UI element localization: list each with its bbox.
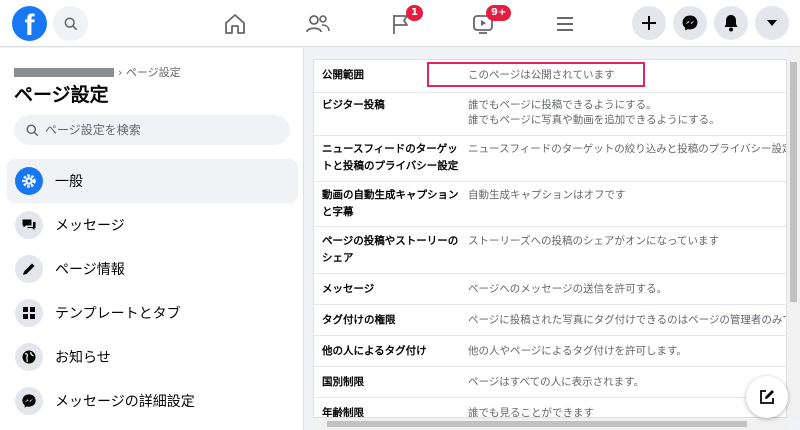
- sidebar-item-label: メッセージの詳細設定: [55, 394, 195, 410]
- row-label: ページの投稿やストーリーのシェア: [322, 235, 459, 264]
- pencil-icon: [15, 255, 43, 283]
- vertical-scroll-thumb[interactable]: [790, 62, 797, 302]
- settings-row-visibility[interactable]: 公開範囲 このページは公開されています: [314, 60, 786, 93]
- settings-row-visitor-posts[interactable]: ビジター投稿 誰でもページに投稿できるようにする。 誰でもページに写真や動画を追…: [314, 93, 786, 136]
- sidebar-item-notifications[interactable]: お知らせ: [7, 335, 298, 379]
- account-menu-button[interactable]: [755, 6, 789, 40]
- row-value: このページは公開されています: [468, 69, 615, 81]
- sidebar-item-label: テンプレートとタブ: [55, 306, 181, 322]
- settings-content: 公開範囲 このページは公開されています ビジター投稿 誰でもページに投稿できるよ…: [305, 48, 800, 430]
- settings-row-tagging-ability[interactable]: タグ付けの権限 ページに投稿された写真にタグ付けできるのはページの管理者のみで: [314, 305, 787, 336]
- settings-search[interactable]: [14, 115, 290, 145]
- logo-letter: f: [24, 9, 35, 41]
- row-value: ページはすべての人に表示されます。: [468, 376, 645, 388]
- messenger-button[interactable]: [673, 6, 707, 40]
- row-label: ニュースフィードのターゲットと投稿のプライバシー設定: [322, 143, 459, 172]
- create-button[interactable]: [632, 6, 666, 40]
- settings-row-story-sharing[interactable]: ページの投稿やストーリーのシェア ストーリーズへの投稿のシェアがオンになっていま…: [314, 227, 786, 274]
- sidebar-item-label: ページ情報: [55, 262, 125, 278]
- globe-icon: [15, 343, 43, 371]
- horizontal-scrollbar[interactable]: [313, 418, 787, 430]
- settings-row-news-feed-audience[interactable]: ニュースフィードのターゲットと投稿のプライバシー設定 ニュースフィードのターゲッ…: [314, 136, 787, 182]
- nav-menu-button[interactable]: [530, 0, 600, 47]
- search-icon: [64, 17, 77, 30]
- row-value-secondary: 誰でもページに写真や動画を追加できるようにする。: [468, 114, 720, 126]
- bell-icon: [724, 15, 738, 32]
- messenger-icon: [682, 15, 698, 31]
- settings-row-auto-captions[interactable]: 動画の自動生成キャプションと字幕 自動生成キャプションはオフです: [314, 182, 786, 227]
- sidebar-item-general[interactable]: 一般: [7, 159, 298, 203]
- settings-row-messages[interactable]: メッセージ ページへのメッセージの送信を許可する。: [314, 274, 786, 305]
- search-icon: [26, 123, 39, 136]
- horizontal-scroll-thumb[interactable]: [327, 421, 747, 427]
- friends-icon: [306, 14, 330, 32]
- sidebar-item-templates-tabs[interactable]: テンプレートとタブ: [7, 291, 298, 335]
- settings-row-others-tagging[interactable]: 他の人によるタグ付け 他の人やページによるタグ付けを許可します。: [314, 336, 786, 367]
- redacted-page-name[interactable]: [14, 67, 114, 77]
- row-label: 動画の自動生成キャプションと字幕: [322, 189, 459, 218]
- new-message-button[interactable]: [746, 376, 788, 418]
- page-title: ページ設定: [14, 84, 109, 106]
- row-label: 年齢制限: [322, 407, 364, 418]
- row-value: 他の人やページによるタグ付けを許可します。: [468, 345, 687, 357]
- row-label: 国別制限: [322, 376, 364, 388]
- gear-icon: [15, 167, 43, 195]
- nav-home-button[interactable]: [200, 0, 270, 47]
- row-value: ストーリーズへの投稿のシェアがオンになっています: [468, 235, 719, 247]
- nav-pages-button[interactable]: 1: [366, 0, 436, 47]
- settings-table: 公開範囲 このページは公開されています ビジター投稿 誰でもページに投稿できるよ…: [313, 59, 787, 418]
- row-label: タグ付けの権限: [322, 314, 396, 326]
- row-value: 誰でも見ることができます: [468, 407, 594, 418]
- row-value: ニュースフィードのターゲットの絞り込みと投稿のプライバシー設定に: [468, 143, 787, 155]
- notifications-button[interactable]: [714, 6, 748, 40]
- sidebar-item-advanced-messaging[interactable]: メッセージの詳細設定: [7, 379, 298, 423]
- settings-sidebar: › ページ設定 ページ設定 一般 メッセージ ページ情報 テンプレートとタブ お…: [0, 48, 304, 430]
- row-value: 自動生成キャプションはオフです: [468, 189, 626, 201]
- row-label: メッセージ: [322, 283, 375, 295]
- row-value: ページに投稿された写真にタグ付けできるのはページの管理者のみで: [468, 314, 787, 326]
- chat-icon: [15, 211, 43, 239]
- sidebar-item-messages[interactable]: メッセージ: [7, 203, 298, 247]
- top-navigation-bar: f 1 9+: [0, 0, 800, 47]
- row-label: ビジター投稿: [322, 99, 385, 111]
- sidebar-item-label: お知らせ: [55, 350, 111, 366]
- search-button[interactable]: [53, 6, 88, 41]
- settings-search-input[interactable]: [45, 123, 275, 137]
- pages-badge: 1: [406, 5, 423, 21]
- facebook-logo[interactable]: f: [12, 6, 47, 41]
- caret-down-icon: [767, 20, 777, 26]
- row-value: ページへのメッセージの送信を許可する。: [468, 283, 668, 295]
- grid-icon: [15, 299, 43, 327]
- compose-icon: [760, 390, 774, 404]
- nav-watch-button[interactable]: 9+: [448, 0, 518, 47]
- breadcrumb-current: › ページ設定: [118, 66, 181, 79]
- messenger-icon: [15, 387, 43, 415]
- menu-icon: [557, 16, 573, 31]
- sidebar-item-label: メッセージ: [55, 218, 125, 234]
- settings-row-country-restrictions[interactable]: 国別制限 ページはすべての人に表示されます。: [314, 367, 786, 398]
- plus-icon: [642, 16, 656, 30]
- row-label: 他の人によるタグ付け: [322, 345, 427, 357]
- watch-badge: 9+: [486, 5, 512, 21]
- vertical-scrollbar[interactable]: [787, 48, 800, 418]
- sidebar-item-label: 一般: [55, 174, 83, 190]
- home-icon: [225, 13, 245, 34]
- settings-row-age-restrictions[interactable]: 年齢制限 誰でも見ることができます: [314, 398, 786, 418]
- breadcrumb: › ページ設定: [14, 64, 181, 80]
- nav-friends-button[interactable]: [283, 0, 353, 47]
- sidebar-item-page-info[interactable]: ページ情報: [7, 247, 298, 291]
